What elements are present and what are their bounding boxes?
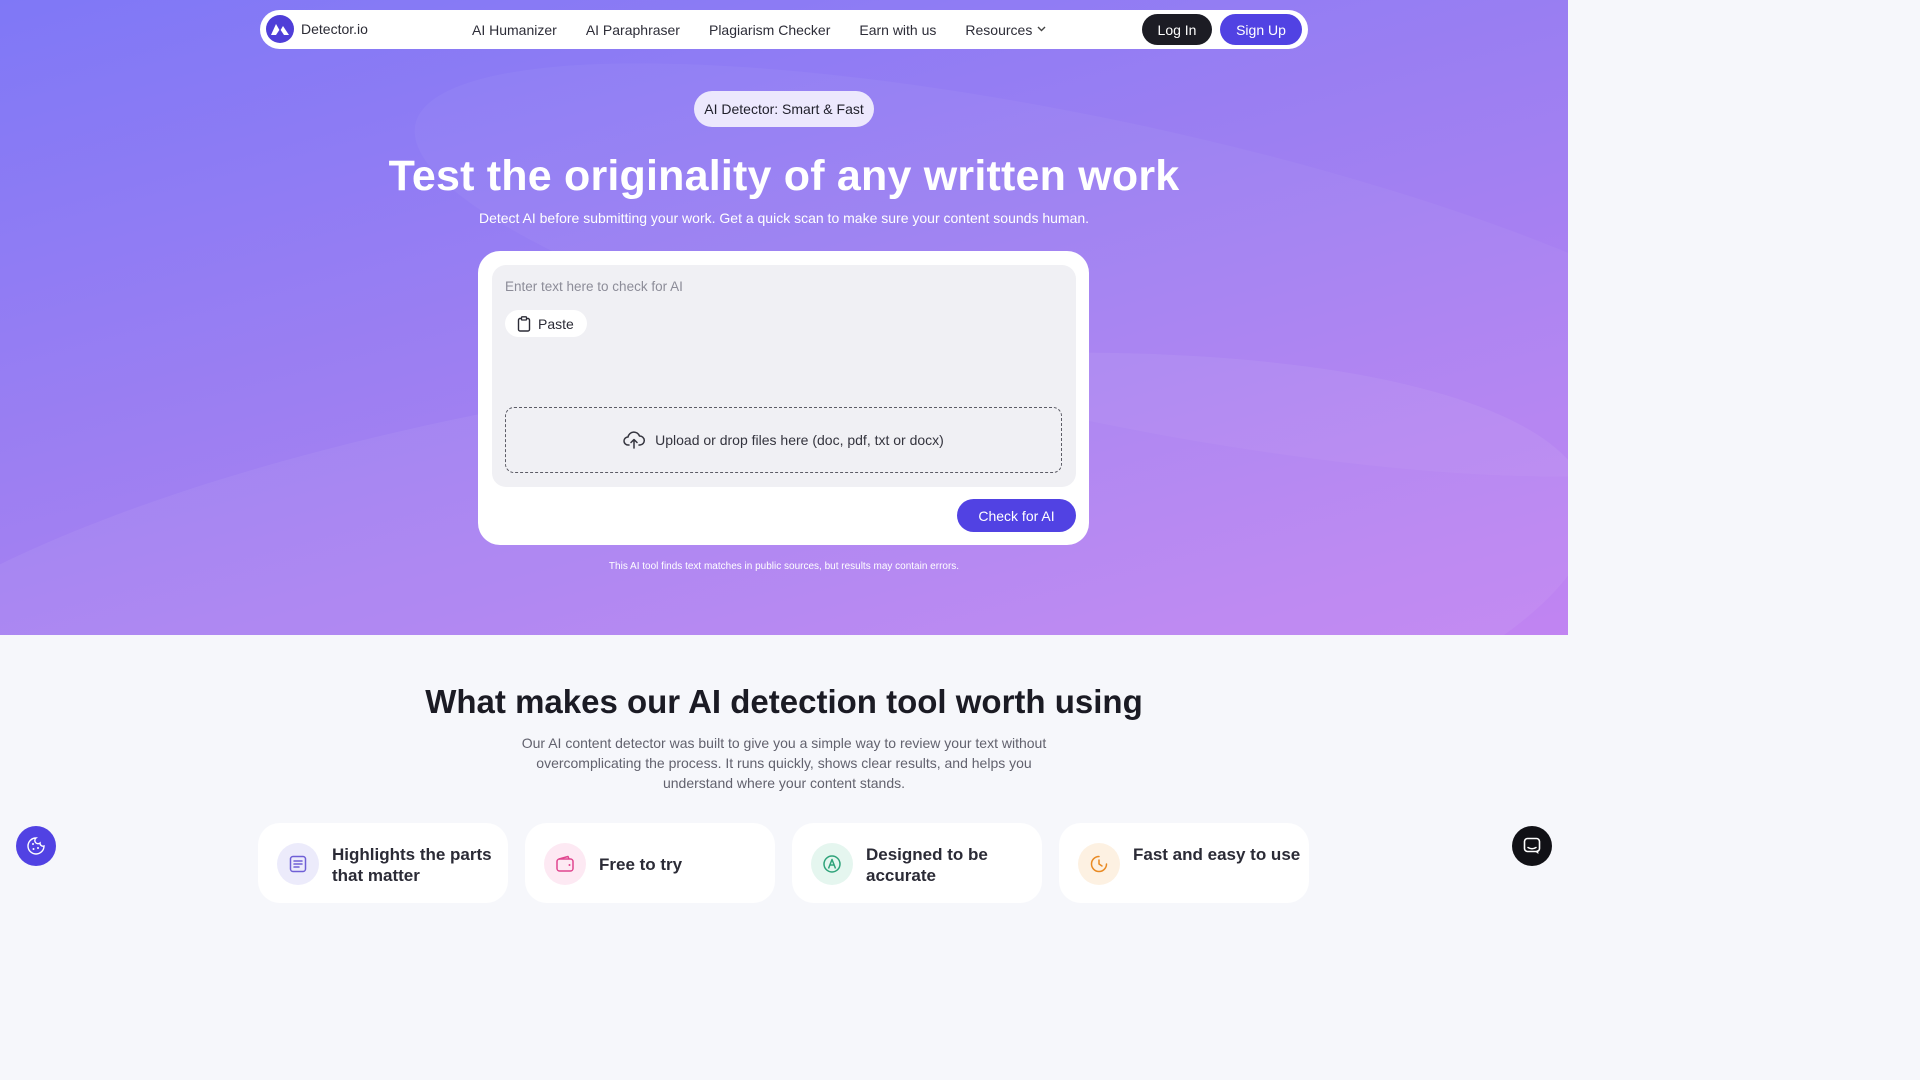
wallet-icon <box>544 843 586 885</box>
hero-title: Test the originality of any written work <box>388 152 1180 200</box>
hero-section: Detector.io AI Humanizer AI Paraphraser … <box>0 0 1568 635</box>
chat-support-button[interactable] <box>1512 826 1552 866</box>
chevron-down-icon <box>1037 24 1046 35</box>
file-upload-label: Upload or drop files here (doc, pdf, txt… <box>655 432 944 448</box>
hero-badge: AI Detector: Smart & Fast <box>694 91 874 127</box>
nav-link-ai-humanizer[interactable]: AI Humanizer <box>472 22 557 38</box>
check-for-ai-button[interactable]: Check for AI <box>957 499 1076 532</box>
feature-title: Highlights the parts that matter <box>332 845 492 885</box>
compass-icon <box>811 843 853 885</box>
paste-button[interactable]: Paste <box>505 310 587 337</box>
text-input-placeholder: Enter text here to check for AI <box>505 279 683 294</box>
file-upload-dropzone[interactable]: Upload or drop files here (doc, pdf, txt… <box>505 407 1062 473</box>
login-button[interactable]: Log In <box>1142 14 1212 45</box>
signup-button[interactable]: Sign Up <box>1220 14 1302 45</box>
top-navbar: Detector.io AI Humanizer AI Paraphraser … <box>260 10 1308 49</box>
ai-checker-card: Enter text here to check for AI Paste Up… <box>478 251 1089 545</box>
nav-link-ai-paraphraser[interactable]: AI Paraphraser <box>586 22 680 38</box>
clipboard-icon <box>517 315 531 332</box>
cookie-settings-button[interactable] <box>16 826 56 866</box>
feature-card-free: Free to try <box>525 823 775 903</box>
chat-icon <box>1523 837 1541 854</box>
feature-title: Fast and easy to use <box>1133 845 1301 864</box>
feature-card-highlights: Highlights the parts that matter <box>258 823 508 903</box>
cookie-icon <box>27 837 45 855</box>
nav-link-earn-with-us[interactable]: Earn with us <box>859 22 936 38</box>
features-description: Our AI content detector was built to giv… <box>521 735 1047 791</box>
cloud-upload-icon <box>623 431 646 449</box>
feature-card-fast: Fast and easy to use <box>1059 823 1309 903</box>
feature-title: Designed to be accurate <box>866 845 988 885</box>
logo-icon <box>266 15 294 43</box>
features-title: What makes our AI detection tool worth u… <box>425 683 1143 720</box>
brand-logo[interactable]: Detector.io <box>266 15 368 43</box>
text-input-area[interactable]: Enter text here to check for AI Paste Up… <box>492 265 1076 487</box>
nav-link-resources[interactable]: Resources <box>965 22 1046 38</box>
paste-button-label: Paste <box>538 315 574 332</box>
brand-name: Detector.io <box>301 21 368 37</box>
feature-title: Free to try <box>599 855 683 874</box>
nav-link-plagiarism-checker[interactable]: Plagiarism Checker <box>709 22 830 38</box>
feature-card-accurate: Designed to be accurate <box>792 823 1042 903</box>
nav-link-resources-label: Resources <box>965 21 1033 38</box>
checker-disclaimer: This AI tool finds text matches in publi… <box>608 561 960 572</box>
clock-icon <box>1078 843 1120 885</box>
nav-links: AI Humanizer AI Paraphraser Plagiarism C… <box>472 10 1075 49</box>
document-lines-icon <box>277 843 319 885</box>
hero-subtitle: Detect AI before submitting your work. G… <box>478 210 1090 226</box>
